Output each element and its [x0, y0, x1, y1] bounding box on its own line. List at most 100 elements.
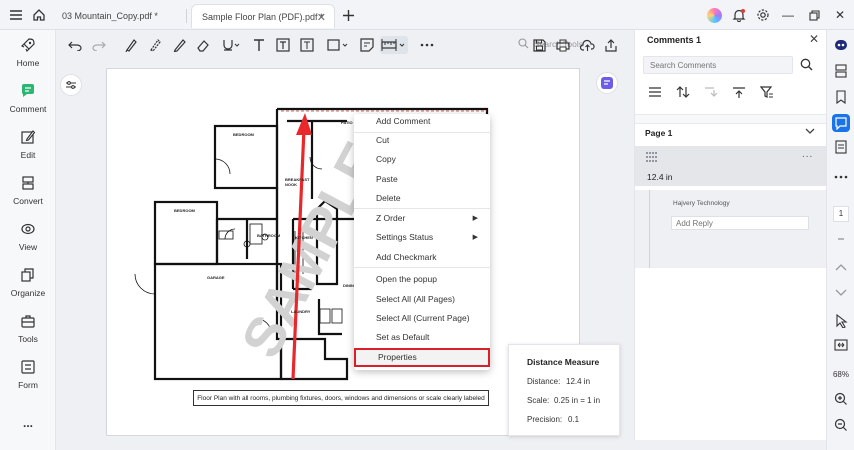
bell-icon[interactable] — [731, 7, 747, 23]
text-box-icon[interactable] — [274, 36, 292, 54]
minimize-button[interactable]: — — [780, 7, 796, 23]
menu-item-cut[interactable]: Cut — [354, 131, 490, 150]
chevron-down-icon[interactable] — [805, 127, 815, 137]
share-icon[interactable] — [602, 36, 620, 54]
nav-label: Convert — [13, 196, 43, 206]
underline-icon[interactable] — [222, 36, 240, 54]
room-label: KITCHEN — [295, 235, 313, 240]
menu-item-add-comment[interactable]: Add Comment — [354, 112, 490, 131]
collapse-icon[interactable] — [703, 84, 719, 100]
convert-icon — [19, 174, 37, 192]
sticky-note-icon[interactable] — [358, 36, 376, 54]
zoom-in-icon[interactable] — [832, 390, 850, 408]
page-number-input[interactable]: 1 — [833, 206, 849, 222]
nav-tools[interactable]: Tools — [0, 310, 56, 350]
left-navigation: Home Comment Edit Convert View Organize — [0, 30, 56, 450]
ai-icon[interactable] — [832, 36, 850, 54]
nav-form[interactable]: Form — [0, 356, 56, 396]
thumbnails-icon[interactable] — [832, 62, 850, 80]
filter-icon[interactable] — [759, 84, 775, 100]
select-cursor-icon[interactable] — [832, 312, 850, 330]
ai-assistant-button[interactable] — [596, 72, 618, 94]
menu-item-set-default[interactable]: Set as Default — [354, 328, 490, 347]
distance-value: 12.4 in — [566, 377, 591, 386]
panel-divider — [635, 114, 827, 124]
bookmark-icon[interactable] — [832, 88, 850, 106]
room-label: BATHROOM — [257, 233, 281, 238]
nav-convert[interactable]: Convert — [0, 172, 56, 212]
nav-comment[interactable]: Comment — [0, 80, 56, 120]
nav-edit[interactable]: Edit — [0, 126, 56, 166]
undo-icon[interactable] — [66, 36, 84, 54]
fit-page-icon[interactable] — [832, 336, 850, 354]
reply-section: Hajvery Technology — [635, 190, 827, 268]
comments-panel-icon[interactable] — [832, 114, 850, 132]
avatar[interactable] — [707, 8, 722, 23]
tools-icon — [19, 312, 37, 330]
restore-button[interactable] — [806, 7, 822, 23]
nav-organize[interactable]: Organize — [0, 264, 56, 304]
search-tools-field[interactable]: Search Tools — [518, 38, 583, 49]
text-icon[interactable] — [250, 36, 268, 54]
more-nav-button[interactable]: ... — [0, 416, 56, 430]
menu-item-add-checkmark[interactable]: Add Checkmark — [354, 248, 490, 267]
area-highlight-icon[interactable] — [146, 36, 164, 54]
menu-item-open-popup[interactable]: Open the popup — [354, 270, 490, 289]
menu-item-z-order[interactable]: Z Order ▶ — [354, 209, 490, 228]
close-tab-icon[interactable]: ✕ — [317, 11, 326, 24]
callout-icon[interactable] — [298, 36, 316, 54]
menu-item-select-all-pages[interactable]: Select All (All Pages) — [354, 290, 490, 309]
expand-icon[interactable] — [731, 84, 747, 100]
page-group-label: Page 1 — [645, 128, 673, 138]
new-tab-icon[interactable] — [340, 7, 356, 23]
menu-item-paste[interactable]: Paste — [354, 170, 490, 189]
tab-sample-floor-plan[interactable]: Sample Floor Plan (PDF).pdf * ✕ — [191, 4, 335, 28]
search-icon[interactable] — [800, 58, 813, 73]
measure-comment-icon — [645, 152, 659, 164]
measure-tool-icon[interactable] — [380, 36, 408, 54]
redo-icon[interactable] — [90, 36, 108, 54]
menu-item-select-all-current[interactable]: Select All (Current Page) — [354, 309, 490, 328]
distance-row: Distance: 12.4 in — [527, 377, 590, 386]
title-bar: 03 Mountain_Copy.pdf * Sample Floor Plan… — [0, 0, 854, 30]
more-panels-icon[interactable] — [832, 168, 850, 186]
comment-card[interactable]: ... 12.4 in — [635, 146, 827, 186]
tab-mountain-copy[interactable]: 03 Mountain_Copy.pdf * — [52, 4, 186, 28]
hamburger-menu-icon[interactable] — [8, 7, 24, 23]
gear-icon[interactable] — [755, 7, 771, 23]
nav-view[interactable]: View — [0, 218, 56, 258]
search-comments-input[interactable] — [643, 56, 793, 74]
home-icon[interactable] — [31, 7, 47, 23]
comment-tools — [647, 84, 775, 100]
room-label: PATIO — [341, 120, 353, 125]
save-icon[interactable] — [530, 36, 548, 54]
print-icon[interactable] — [554, 36, 572, 54]
shape-icon[interactable] — [326, 36, 352, 54]
menu-item-properties[interactable]: Properties — [354, 348, 490, 367]
ai-assistant-icon — [601, 77, 613, 89]
add-reply-input[interactable] — [671, 216, 809, 230]
zoom-level[interactable]: 68% — [827, 370, 854, 379]
highlight-icon[interactable] — [122, 36, 140, 54]
menu-item-settings-status[interactable]: Settings Status ▶ — [354, 228, 490, 247]
pencil-icon[interactable] — [170, 36, 188, 54]
zoom-out-icon[interactable] — [832, 416, 850, 434]
close-window-button[interactable]: ✕ — [832, 7, 848, 23]
menu-item-delete[interactable]: Delete — [354, 189, 490, 208]
chevron-up-icon[interactable] — [832, 258, 850, 276]
comment-more-button[interactable]: ... — [802, 149, 813, 160]
comments-title: Comments 1 — [647, 35, 702, 45]
sort-icon[interactable] — [675, 84, 691, 100]
eraser-icon[interactable] — [194, 36, 212, 54]
list-icon[interactable] — [647, 84, 663, 100]
more-tools-icon[interactable] — [418, 36, 436, 54]
nav-label: Comment — [9, 104, 47, 114]
chevron-right-icon: ▶ — [472, 215, 478, 222]
cloud-upload-icon[interactable] — [578, 36, 596, 54]
filter-settings-button[interactable] — [60, 74, 82, 96]
menu-item-copy[interactable]: Copy — [354, 150, 490, 169]
nav-home[interactable]: Home — [0, 34, 56, 74]
chevron-down-icon[interactable] — [832, 284, 850, 302]
attachments-icon[interactable] — [832, 138, 850, 156]
close-panel-icon[interactable]: ✕ — [809, 32, 819, 46]
